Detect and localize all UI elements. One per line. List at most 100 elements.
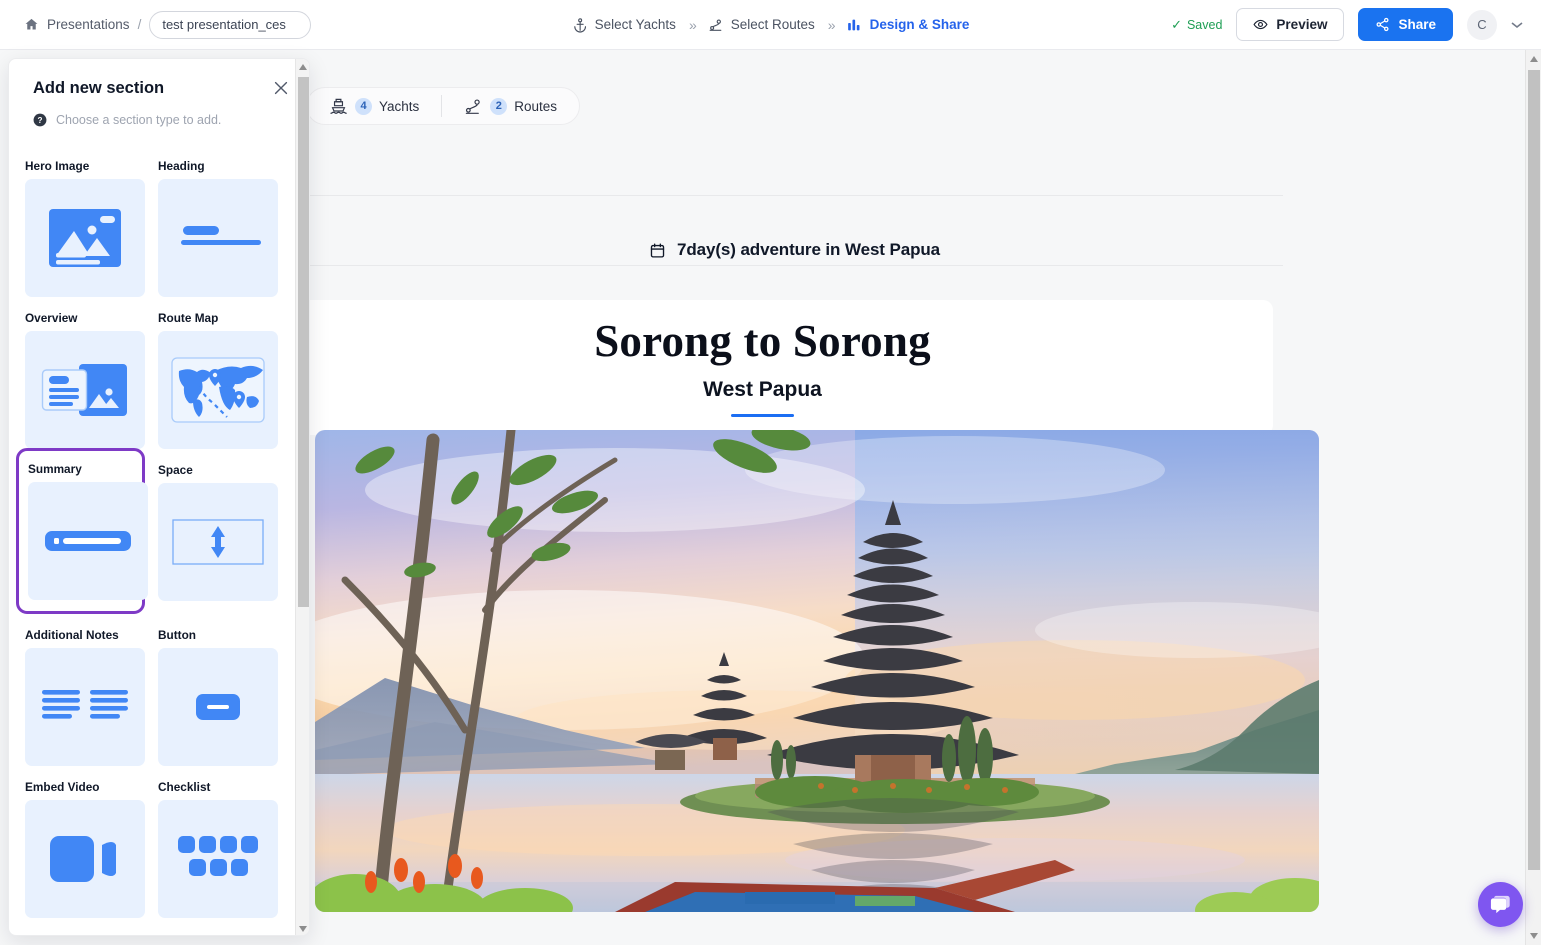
section-label: Summary <box>28 462 82 476</box>
step-chevron: » <box>827 16 836 33</box>
section-label: Space <box>158 463 193 477</box>
section-card-checklist[interactable]: Checklist <box>158 766 278 918</box>
section-thumb[interactable] <box>158 800 278 918</box>
add-new-section-panel: Add new section ? Choose a section type … <box>8 58 310 936</box>
section-card-hero-image[interactable]: Hero Image <box>25 145 145 297</box>
section-thumb[interactable] <box>158 179 278 297</box>
routes-count: 2 <box>490 97 508 115</box>
heading-lines-icon <box>173 224 263 252</box>
preview-button[interactable]: Preview <box>1236 8 1345 41</box>
step-chevron: » <box>688 16 697 33</box>
section-thumb[interactable] <box>25 331 145 449</box>
button-pill-icon <box>196 694 240 720</box>
hero-title: Sorong to Sorong <box>594 315 931 366</box>
panel-hint: ? Choose a section type to add. <box>33 113 287 127</box>
section-card-embed-video[interactable]: Embed Video <box>25 766 145 918</box>
section-card-overview[interactable]: Overview <box>25 297 145 449</box>
saved-label: Saved <box>1186 17 1223 32</box>
preview-label: Preview <box>1276 17 1328 32</box>
avatar[interactable]: C <box>1467 9 1497 40</box>
section-card-space[interactable]: Space <box>158 449 278 614</box>
chat-bubbles-icon <box>1489 893 1512 916</box>
route-pin-icon <box>708 17 724 33</box>
section-label: Embed Video <box>25 780 100 794</box>
yachts-chip[interactable]: 4 Yachts <box>307 97 441 116</box>
section-thumb[interactable] <box>28 482 148 600</box>
step-label: Select Yachts <box>594 17 676 32</box>
section-divider <box>306 195 1283 196</box>
section-label: Checklist <box>158 780 211 794</box>
step-label: Select Routes <box>730 17 815 32</box>
image-placeholder-icon <box>48 208 122 268</box>
section-thumb[interactable] <box>25 800 145 918</box>
overview-card-icon <box>41 362 129 418</box>
summary-bar-icon <box>45 531 131 551</box>
section-card-additional-notes[interactable]: Additional Notes <box>25 614 145 766</box>
section-label: Hero Image <box>25 159 90 173</box>
section-thumb[interactable] <box>158 483 278 601</box>
routes-chip[interactable]: 2 Routes <box>442 97 579 116</box>
yachts-label: Yachts <box>379 98 420 114</box>
panel-header: Add new section ? Choose a section type … <box>9 59 309 127</box>
route-pin-icon <box>464 97 483 116</box>
section-label: Button <box>158 628 196 642</box>
text-columns-icon <box>42 690 128 724</box>
scroll-up-arrow[interactable] <box>1526 50 1541 68</box>
top-bar-actions: ✓ Saved Preview Share C <box>1171 8 1523 41</box>
section-thumb[interactable] <box>158 331 278 449</box>
calendar-icon <box>649 242 666 259</box>
section-card-button[interactable]: Button <box>158 614 278 766</box>
top-bar: Presentations / Select Yachts » Select R… <box>0 0 1541 50</box>
page-scrollbar[interactable] <box>1525 50 1541 945</box>
section-card-summary[interactable]: Summary <box>16 448 148 614</box>
section-thumb[interactable] <box>25 648 145 766</box>
workflow-steps: Select Yachts » Select Routes » Design &… <box>572 16 969 33</box>
section-card-route-map[interactable]: Route Map <box>158 297 278 449</box>
vertical-arrows-icon <box>172 519 264 565</box>
home-icon[interactable] <box>24 17 39 32</box>
breadcrumb: Presentations / <box>24 10 312 39</box>
section-type-grid: Hero Image Heading Overview Route Map Su… <box>9 145 295 918</box>
step-design-and-share[interactable]: Design & Share <box>847 17 969 33</box>
share-button[interactable]: Share <box>1358 8 1453 41</box>
panel-scrollbar-thumb[interactable] <box>298 77 309 607</box>
anchor-icon <box>572 17 588 33</box>
help-circle-icon: ? <box>33 113 47 127</box>
document-title-input[interactable] <box>149 10 312 39</box>
chat-support-button[interactable] <box>1478 882 1523 927</box>
checklist-blocks-icon <box>178 836 258 882</box>
check-icon: ✓ <box>1171 16 1182 32</box>
chevron-down-icon[interactable] <box>1511 18 1523 32</box>
section-thumb[interactable] <box>158 648 278 766</box>
yacht-icon <box>329 97 348 116</box>
status-badge-saved: ✓ Saved <box>1171 17 1222 33</box>
section-divider <box>306 265 1283 266</box>
svg-text:?: ? <box>38 116 43 125</box>
step-select-routes[interactable]: Select Routes <box>708 17 815 33</box>
trip-summary-pill: 4 Yachts 2 Routes <box>306 87 581 125</box>
adventure-duration-text: 7day(s) adventure in West Papua <box>677 240 940 259</box>
world-map-pins-icon <box>171 357 265 423</box>
yachts-count: 4 <box>355 97 372 115</box>
scroll-up-arrow[interactable] <box>296 59 309 75</box>
routes-label: Routes <box>514 98 558 114</box>
hero-title-card: Sorong to Sorong West Papua <box>252 300 1273 435</box>
panel-scrollbar[interactable] <box>295 59 309 935</box>
scroll-down-arrow[interactable] <box>1526 927 1541 945</box>
video-camera-icon <box>50 835 120 883</box>
breadcrumb-presentations-link[interactable]: Presentations <box>47 17 130 32</box>
section-card-heading[interactable]: Heading <box>158 145 278 297</box>
section-thumb[interactable] <box>25 179 145 297</box>
hero-accent-rule <box>731 414 794 418</box>
adventure-duration-row: 7day(s) adventure in West Papua <box>306 240 1283 260</box>
share-nodes-icon <box>1375 17 1390 32</box>
page-scrollbar-thumb[interactable] <box>1528 70 1540 870</box>
scroll-down-arrow[interactable] <box>296 921 309 935</box>
hero-subtitle: West Papua <box>703 378 822 402</box>
step-select-yachts[interactable]: Select Yachts <box>572 17 676 33</box>
close-icon[interactable] <box>271 78 291 98</box>
hero-image <box>315 430 1319 912</box>
breadcrumb-separator: / <box>137 17 142 32</box>
section-label: Heading <box>158 159 205 173</box>
chart-bars-icon <box>847 17 863 33</box>
